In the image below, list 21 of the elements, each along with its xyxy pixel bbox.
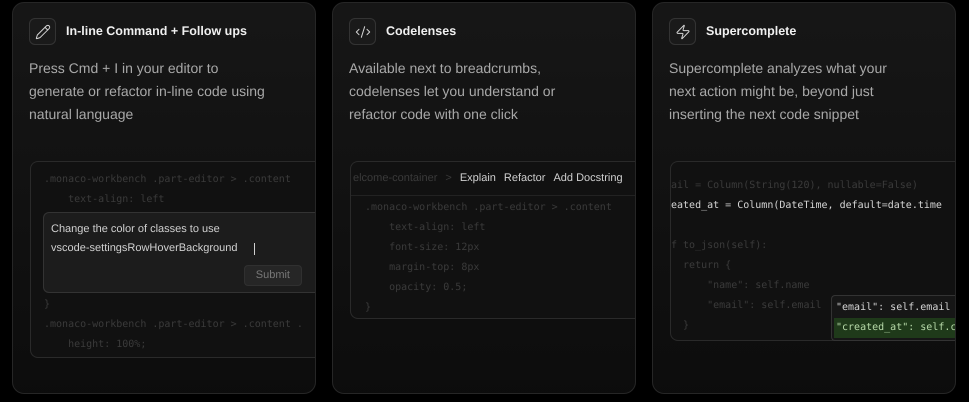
code-line: eated_at = Column(DateTime, default=date.time <box>671 199 942 213</box>
lightning-icon <box>669 18 696 45</box>
codelens-link[interactable]: Refactor <box>504 170 546 187</box>
card-title: In-line Command + Follow ups <box>66 23 247 40</box>
text-cursor <box>254 243 255 255</box>
code-line: } <box>682 319 690 333</box>
code-line: } <box>44 298 50 312</box>
prompt-text: Change the color of classes to use vscode-settingsRowHoverBackground <box>51 222 238 256</box>
card-description: Supercomplete analyzes what your next action might be, beyond just inserting the next code snippet <box>669 59 888 124</box>
card-title: Supercomplete <box>706 23 796 40</box>
card-description: Press Cmd + I in your editor to generate or refactor in-line code using natural language <box>29 59 266 124</box>
card-description: Available next to breadcrumbs, codelenses let you understand or refactor code with one click <box>349 59 556 124</box>
code-line: } <box>365 301 372 315</box>
code-icon <box>349 18 376 45</box>
suggestion-item[interactable]: "email": self.email <box>834 298 955 318</box>
codelens-link[interactable]: Add Docstring <box>553 170 623 187</box>
card-title: Codelenses <box>386 23 456 40</box>
breadcrumb-separator: > <box>445 171 452 186</box>
codelens-link[interactable]: Explain <box>460 170 496 187</box>
prompt-box[interactable]: Change the color of classes to use vscode-settingsRowHoverBackground Submit <box>43 212 315 292</box>
pencil-icon <box>29 18 56 45</box>
